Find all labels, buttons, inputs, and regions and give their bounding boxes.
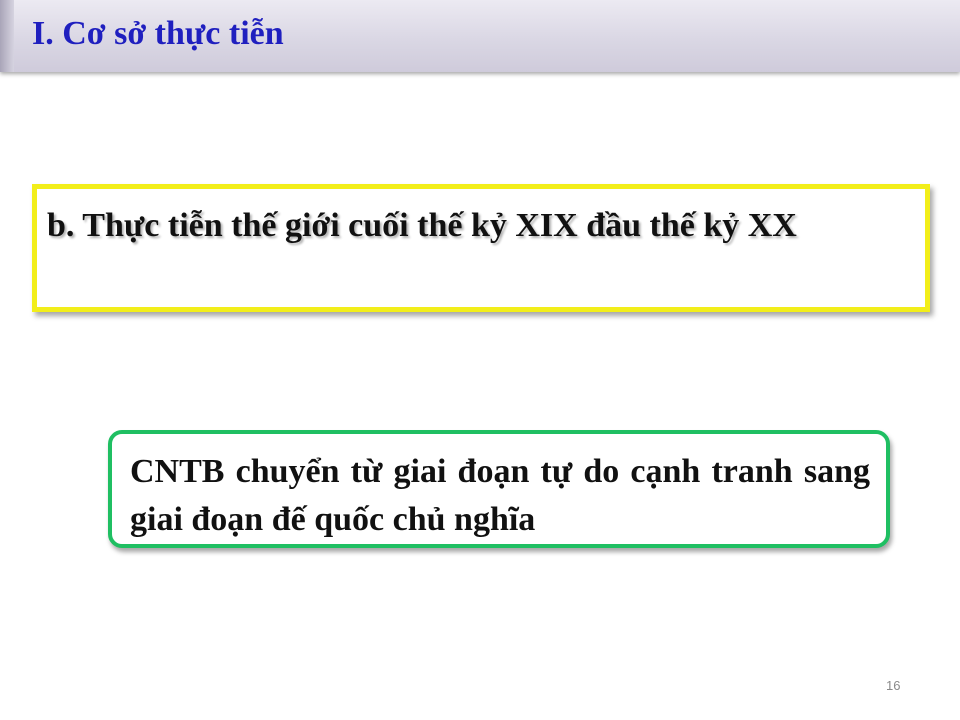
page-number: 16 [886,678,901,693]
section-heading: b. Thực tiễn thế giới cuối thế kỷ XIX đầ… [47,207,797,244]
callout-text: CNTB chuyển từ giai đoạn tự do cạnh tran… [130,453,870,538]
header-bar: I. Cơ sở thực tiễn [0,0,960,72]
callout-box: CNTB chuyển từ giai đoạn tự do cạnh tran… [108,430,890,548]
page-title: I. Cơ sở thực tiễn [32,15,284,52]
section-heading-box: b. Thực tiễn thế giới cuối thế kỷ XIX đầ… [32,184,930,312]
